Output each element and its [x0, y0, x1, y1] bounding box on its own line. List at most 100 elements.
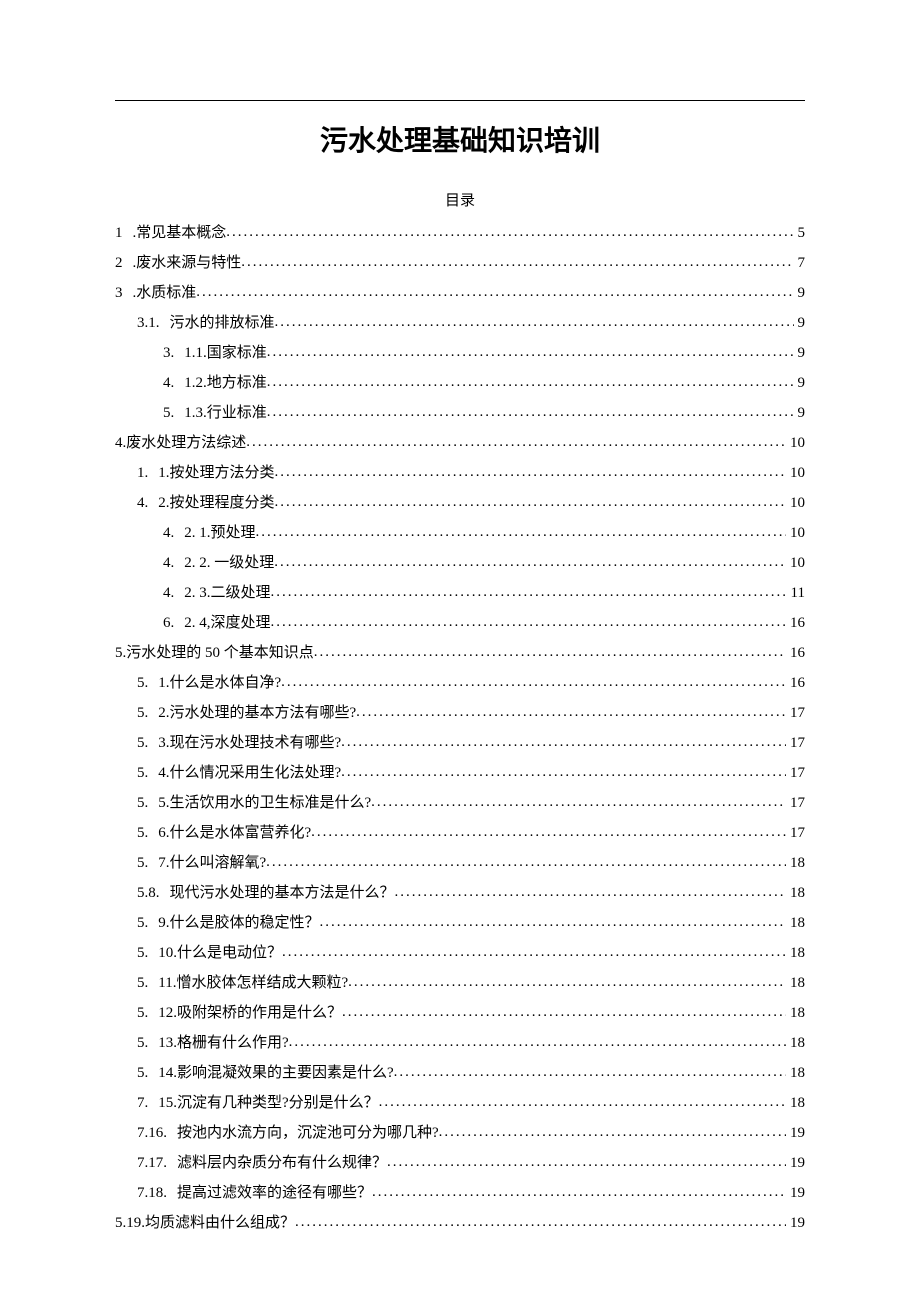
- toc-page-number: 17: [786, 758, 805, 788]
- toc-entry[interactable]: 5.5.生活饮用水的卫生标准是什么?17: [115, 788, 805, 818]
- toc-marker: 5.: [137, 668, 158, 698]
- toc-entry[interactable]: 7.15.沉淀有几种类型?分别是什么？18: [115, 1088, 805, 1118]
- toc-marker: 7.18.: [137, 1178, 177, 1208]
- toc-marker: 4.: [163, 368, 184, 398]
- toc-marker: 4.: [163, 548, 184, 578]
- toc-entry[interactable]: 5.13.格栅有什么作用?18: [115, 1028, 805, 1058]
- toc-leader-dots: [281, 667, 786, 697]
- toc-page-number: 10: [786, 518, 805, 548]
- toc-marker: 6.: [163, 608, 184, 638]
- toc-leader-dots: [395, 877, 786, 907]
- toc-leader-dots: [371, 787, 786, 817]
- toc-entry[interactable]: 5.1.3.行业标准9: [115, 398, 805, 428]
- toc-entry[interactable]: 5.2.污水处理的基本方法有哪些?17: [115, 698, 805, 728]
- toc-entry[interactable]: 7.16.按池内水流方向，沉淀池可分为哪几种?19: [115, 1118, 805, 1148]
- toc-marker: 1: [115, 218, 133, 248]
- toc-entry[interactable]: 4.2.按处理程度分类10: [115, 488, 805, 518]
- toc-page-number: 10: [786, 488, 805, 518]
- toc-entry[interactable]: 3.水质标准9: [115, 278, 805, 308]
- toc-entry[interactable]: 2.废水来源与特性7: [115, 248, 805, 278]
- toc-entry[interactable]: 1.1.按处理方法分类10: [115, 458, 805, 488]
- toc-leader-dots: [271, 607, 786, 637]
- toc-entry[interactable]: 5.11.憎水胶体怎样结成大颗粒?18: [115, 968, 805, 998]
- toc-entry[interactable]: 5.8.现代污水处理的基本方法是什么？18: [115, 878, 805, 908]
- toc-page-number: 9: [794, 338, 806, 368]
- toc-text: 滤料层内杂质分布有什么规律？: [177, 1148, 387, 1178]
- toc-leader-dots: [196, 277, 793, 307]
- toc-page-number: 17: [786, 818, 805, 848]
- toc-page-number: 18: [786, 908, 805, 938]
- toc-page-number: 10: [786, 548, 805, 578]
- toc-leader-dots: [348, 967, 786, 997]
- toc-entry[interactable]: 5.3.现在污水处理技术有哪些?17: [115, 728, 805, 758]
- toc-text: 1.按处理方法分类: [158, 458, 274, 488]
- toc-text: 2. 3.二级处理: [184, 578, 270, 608]
- toc-entry[interactable]: 1.常见基本概念5: [115, 218, 805, 248]
- toc-leader-dots: [341, 757, 786, 787]
- toc-text: 1.1.国家标准: [184, 338, 267, 368]
- toc-text: 9.什么是胶体的稳定性？: [158, 908, 319, 938]
- toc-entry[interactable]: 3.1.污水的排放标准9: [115, 308, 805, 338]
- toc-marker: 4.: [163, 518, 184, 548]
- toc-marker: 3.: [163, 338, 184, 368]
- toc-entry[interactable]: 4.2. 1.预处理10: [115, 518, 805, 548]
- toc-entry[interactable]: 4.2. 2. 一级处理10: [115, 548, 805, 578]
- toc-leader-dots: [439, 1117, 786, 1147]
- toc-leader-dots: [275, 487, 786, 517]
- toc-entry[interactable]: 5.6.什么是水体富营养化?17: [115, 818, 805, 848]
- toc-marker: 5.: [137, 848, 158, 878]
- toc-text: 4.什么情况采用生化法处理?: [158, 758, 341, 788]
- document-title: 污水处理基础知识培训: [115, 100, 805, 159]
- toc-leader-dots: [295, 1207, 786, 1237]
- toc-marker: 1.: [137, 458, 158, 488]
- toc-leader-dots: [266, 847, 786, 877]
- toc-entry[interactable]: 4.2. 3.二级处理 11: [115, 578, 805, 608]
- toc-text: 1.什么是水体自净?: [158, 668, 281, 698]
- toc-leader-dots: [256, 517, 786, 547]
- toc-leader-dots: [275, 457, 786, 487]
- toc-page-number: 17: [786, 698, 805, 728]
- toc-marker: 7.: [137, 1088, 158, 1118]
- toc-page-number: 16: [786, 668, 805, 698]
- toc-leader-dots: [275, 307, 794, 337]
- toc-marker: 4.: [163, 578, 184, 608]
- toc-marker: 5.: [137, 728, 158, 758]
- toc-marker: 5.: [137, 1028, 158, 1058]
- toc-marker: 7.17.: [137, 1148, 177, 1178]
- toc-entry[interactable]: 5.4.什么情况采用生化法处理? 17: [115, 758, 805, 788]
- toc-marker: 5.: [137, 758, 158, 788]
- toc-entry[interactable]: 4.废水处理方法综述10: [115, 428, 805, 458]
- toc-leader-dots: [282, 937, 786, 967]
- toc-page-number: 18: [786, 1058, 805, 1088]
- toc-entry[interactable]: 5.12.吸附架桥的作用是什么？18: [115, 998, 805, 1028]
- toc-entry[interactable]: 5.污水处理的 50 个基本知识点16: [115, 638, 805, 668]
- toc-entry[interactable]: 5.1.什么是水体自净? 16: [115, 668, 805, 698]
- toc-entry[interactable]: 3.1.1.国家标准 9: [115, 338, 805, 368]
- toc-text: .水质标准: [133, 278, 197, 308]
- toc-marker: 7.16.: [137, 1118, 177, 1148]
- toc-entry[interactable]: 6.2. 4,深度处理16: [115, 608, 805, 638]
- toc-text: .废水来源与特性: [133, 248, 242, 278]
- toc-page-number: 5: [794, 218, 806, 248]
- toc-leader-dots: [241, 247, 793, 277]
- toc-entry[interactable]: 5.9.什么是胶体的稳定性？ 18: [115, 908, 805, 938]
- toc-leader-dots: [320, 907, 786, 937]
- toc-marker: 5.: [137, 1058, 158, 1088]
- toc-entry[interactable]: 4.1.2.地方标准9: [115, 368, 805, 398]
- toc-entry[interactable]: 5.14.影响混凝效果的主要因素是什么?18: [115, 1058, 805, 1088]
- toc-page-number: 18: [786, 878, 805, 908]
- toc-entry[interactable]: 5.7.什么叫溶解氧?18: [115, 848, 805, 878]
- toc-text: 提高过滤效率的途径有哪些？: [177, 1178, 372, 1208]
- toc-marker: 5.: [137, 908, 158, 938]
- toc-page-number: 18: [786, 1088, 805, 1118]
- toc-leader-dots: [267, 337, 794, 367]
- toc-page-number: 16: [786, 638, 805, 668]
- toc-entry[interactable]: 7.18.提高过滤效率的途径有哪些？19: [115, 1178, 805, 1208]
- toc-entry[interactable]: 5.10.什么是电动位？18: [115, 938, 805, 968]
- toc-entry[interactable]: 7.17.滤料层内杂质分布有什么规律？19: [115, 1148, 805, 1178]
- toc-leader-dots: [274, 547, 786, 577]
- toc-page-number: 11: [787, 578, 805, 608]
- toc-page-number: 9: [794, 308, 806, 338]
- toc-entry[interactable]: 5.19.均质滤料由什么组成？19: [115, 1208, 805, 1238]
- toc-leader-dots: [372, 1177, 786, 1207]
